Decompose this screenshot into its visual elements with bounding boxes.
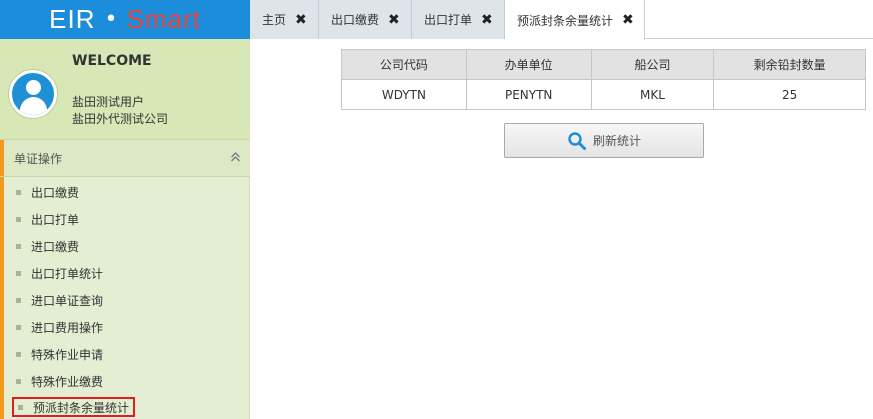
main-content: 公司代码 办单单位 船公司 剩余铅封数量 WDYTN PENYTN MKL 25… xyxy=(251,40,873,419)
chevron-double-up-icon[interactable] xyxy=(230,151,241,166)
sidebar: WELCOME 盐田测试用户 盐田外代测试公司 单证操作 出口缴费 出口打单 进… xyxy=(0,39,250,419)
bullet-icon xyxy=(18,404,23,410)
close-icon[interactable]: ✖ xyxy=(388,12,400,28)
welcome-text: WELCOME xyxy=(72,53,152,69)
sidebar-item-label: 进口费用操作 xyxy=(31,320,104,335)
logo-eir: EIR xyxy=(49,4,96,34)
table-row[interactable]: WDYTN PENYTN MKL 25 xyxy=(341,79,866,110)
sidebar-item-label: 出口打单统计 xyxy=(31,266,104,281)
section-accent xyxy=(0,140,4,176)
search-icon xyxy=(568,131,586,150)
sidebar-item-export-payment[interactable]: 出口缴费 xyxy=(12,182,79,202)
sidebar-item-import-doc-query[interactable]: 进口单证查询 xyxy=(12,290,103,310)
bullet-icon xyxy=(16,378,21,384)
sidebar-item-import-fee-ops[interactable]: 进口费用操作 xyxy=(12,317,103,337)
close-icon[interactable]: ✖ xyxy=(481,12,493,28)
tab-home[interactable]: 主页 ✖ xyxy=(250,0,319,39)
table-cell: 25 xyxy=(713,79,866,110)
sidebar-item-label: 出口缴费 xyxy=(31,185,80,200)
close-icon[interactable]: ✖ xyxy=(295,12,307,28)
table-cell: WDYTN xyxy=(341,79,467,110)
table-cell: MKL xyxy=(590,79,715,110)
bullet-icon xyxy=(16,189,21,195)
tab-export-payment[interactable]: 出口缴费 ✖ xyxy=(319,0,412,39)
avatar-icon xyxy=(9,70,57,118)
tab-seal-statistics[interactable]: 预派封条余量统计 ✖ xyxy=(505,0,645,40)
bullet-icon xyxy=(16,297,21,303)
sidebar-item-label: 出口打单 xyxy=(31,212,80,227)
user-panel: WELCOME 盐田测试用户 盐田外代测试公司 xyxy=(0,39,250,139)
sidebar-item-label: 进口缴费 xyxy=(31,239,80,254)
sidebar-item-export-print-stats[interactable]: 出口打单统计 xyxy=(12,263,103,283)
column-header: 剩余铅封数量 xyxy=(713,49,866,80)
refresh-stats-button[interactable]: 刷新统计 xyxy=(504,123,704,158)
bullet-icon xyxy=(16,351,21,357)
column-header: 公司代码 xyxy=(341,49,467,80)
sidebar-item-label: 进口单证查询 xyxy=(31,293,104,308)
bullet-icon xyxy=(16,324,21,330)
table-header-row: 公司代码 办单单位 船公司 剩余铅封数量 xyxy=(341,49,866,80)
tab-label: 预派封条余量统计 xyxy=(517,13,614,28)
tab-export-print[interactable]: 出口打单 ✖ xyxy=(412,0,505,39)
section-header-documents[interactable]: 单证操作 xyxy=(0,139,250,177)
sidebar-item-import-payment[interactable]: 进口缴费 xyxy=(12,236,79,256)
app-logo: EIR • Smart xyxy=(0,0,250,39)
close-icon[interactable]: ✖ xyxy=(622,12,634,28)
bullet-icon xyxy=(16,270,21,276)
tab-label: 主页 xyxy=(262,13,287,27)
sidebar-item-seal-statistics[interactable]: 预派封条余量统计 xyxy=(12,397,136,417)
sidebar-item-special-request[interactable]: 特殊作业申请 xyxy=(12,344,103,364)
logo-dot: • xyxy=(104,7,118,32)
refresh-stats-label: 刷新统计 xyxy=(592,134,641,148)
menu-accent xyxy=(0,177,4,419)
sidebar-item-special-payment[interactable]: 特殊作业缴费 xyxy=(12,371,103,391)
bullet-icon xyxy=(16,216,21,222)
seal-stats-table: 公司代码 办单单位 船公司 剩余铅封数量 WDYTN PENYTN MKL 25 xyxy=(341,49,866,110)
tab-bar: 主页 ✖ 出口缴费 ✖ 出口打单 ✖ 预派封条余量统计 ✖ xyxy=(250,0,873,40)
tab-label: 出口打单 xyxy=(424,13,473,27)
user-company: 盐田外代测试公司 xyxy=(72,112,169,126)
logo-smart: Smart xyxy=(126,4,201,34)
tab-label: 出口缴费 xyxy=(331,13,380,27)
sidebar-item-label: 预派封条余量统计 xyxy=(33,400,130,415)
column-header: 办单单位 xyxy=(465,49,592,80)
table-cell: PENYTN xyxy=(465,79,592,110)
sidebar-item-label: 特殊作业缴费 xyxy=(31,374,104,389)
bullet-icon xyxy=(16,243,21,249)
user-name: 盐田测试用户 xyxy=(72,95,145,109)
section-title: 单证操作 xyxy=(14,151,63,166)
sidebar-item-export-print[interactable]: 出口打单 xyxy=(12,209,79,229)
sidebar-item-label: 特殊作业申请 xyxy=(31,347,104,362)
sidebar-menu: 出口缴费 出口打单 进口缴费 出口打单统计 进口单证查询 进口费用操作 特殊作业… xyxy=(0,177,250,419)
column-header: 船公司 xyxy=(590,49,715,80)
